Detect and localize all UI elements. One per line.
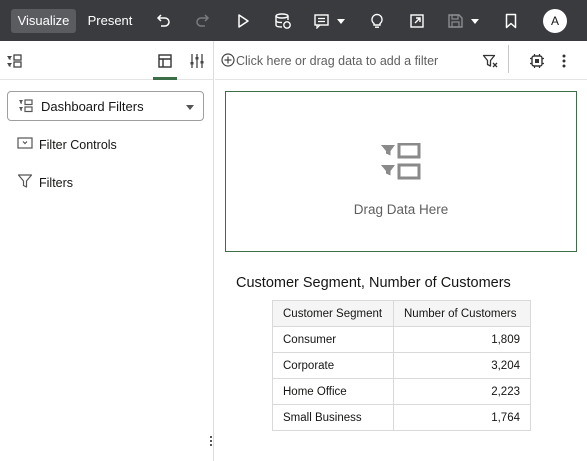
- visualization-title: Customer Segment, Number of Customers: [236, 275, 511, 291]
- cell-count[interactable]: 1,764: [393, 404, 531, 431]
- visualizations-tab-icon[interactable]: [156, 52, 174, 70]
- filter-toggle-icon[interactable]: [481, 52, 499, 70]
- cell-segment[interactable]: Small Business: [272, 404, 394, 431]
- settings-sliders-icon[interactable]: [188, 52, 206, 70]
- column-header-segment[interactable]: Customer Segment: [272, 300, 394, 327]
- user-avatar[interactable]: A: [543, 9, 567, 33]
- drop-zone[interactable]: Drag Data Here: [225, 91, 577, 252]
- export-icon[interactable]: [406, 10, 428, 32]
- data-refresh-icon[interactable]: [272, 10, 294, 32]
- column-header-count[interactable]: Number of Customers: [393, 300, 531, 327]
- cell-count[interactable]: 1,809: [393, 326, 531, 353]
- data-panel-icon[interactable]: [5, 52, 23, 70]
- table-row[interactable]: Home Office 2,223: [272, 378, 531, 405]
- top-toolbar: Visualize Present A: [0, 0, 587, 41]
- filter-controls-icon: [17, 136, 33, 155]
- filter-bar[interactable]: Click here or drag data to add a filter: [215, 41, 587, 80]
- active-tab-indicator: [153, 77, 177, 80]
- dashboard-filters-dropdown[interactable]: Dashboard Filters: [7, 91, 204, 121]
- save-menu-icon[interactable]: [446, 10, 482, 32]
- add-icon[interactable]: [221, 53, 235, 72]
- left-panel-header: [0, 41, 213, 80]
- visualize-button[interactable]: Visualize: [11, 9, 76, 33]
- redo-icon[interactable]: [192, 10, 214, 32]
- auto-apply-icon[interactable]: [528, 52, 546, 70]
- table-row[interactable]: Corporate 3,204: [272, 352, 531, 379]
- data-table[interactable]: Customer Segment Number of Customers Con…: [272, 300, 531, 431]
- chevron-down-icon: [186, 105, 194, 110]
- bookmark-icon[interactable]: [500, 10, 522, 32]
- filter-bar-divider: [508, 45, 509, 73]
- cell-segment[interactable]: Consumer: [272, 326, 394, 353]
- cell-segment[interactable]: Corporate: [272, 352, 394, 379]
- cell-count[interactable]: 3,204: [393, 352, 531, 379]
- undo-icon[interactable]: [152, 10, 174, 32]
- filter-controls-label: Filter Controls: [39, 138, 117, 152]
- drag-data-icon: [381, 142, 421, 186]
- present-button[interactable]: Present: [82, 9, 138, 33]
- add-filter-placeholder[interactable]: Click here or drag data to add a filter: [236, 54, 438, 68]
- cell-segment[interactable]: Home Office: [272, 378, 394, 405]
- panel-resize-handle[interactable]: [210, 436, 213, 450]
- table-row[interactable]: Small Business 1,764: [272, 404, 531, 431]
- dashboard-filters-label: Dashboard Filters: [41, 99, 144, 114]
- funnel-icon: [17, 173, 33, 194]
- left-panel: Dashboard Filters Filter Controls Filter…: [0, 41, 214, 461]
- dashboard-filters-icon: [18, 99, 34, 118]
- table-header-row: Customer Segment Number of Customers: [272, 300, 531, 327]
- table-row[interactable]: Consumer 1,809: [272, 326, 531, 353]
- more-options-icon[interactable]: [555, 52, 573, 70]
- drop-zone-label: Drag Data Here: [353, 202, 449, 217]
- comment-menu-icon[interactable]: [312, 10, 348, 32]
- filter-controls-item[interactable]: Filter Controls: [17, 136, 117, 154]
- filters-item[interactable]: Filters: [17, 173, 74, 194]
- filters-label: Filters: [39, 176, 74, 190]
- play-icon[interactable]: [232, 10, 254, 32]
- cell-count[interactable]: 2,223: [393, 378, 531, 405]
- insight-lightbulb-icon[interactable]: [366, 10, 388, 32]
